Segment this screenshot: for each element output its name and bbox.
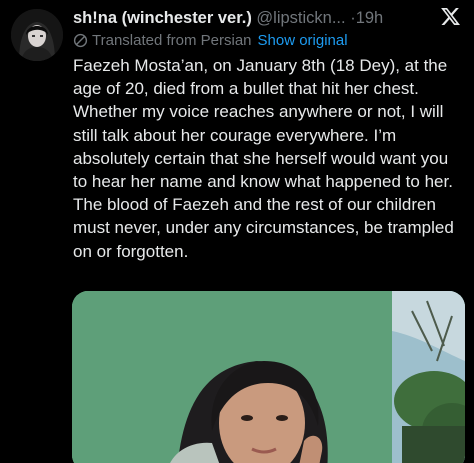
tweet-paragraph: Faezeh Mosta’an, on January 8th (18 Dey)… xyxy=(73,56,453,192)
tweet-text: Faezeh Mosta’an, on January 8th (18 Dey)… xyxy=(73,54,465,263)
translation-notice: Translated from Persian Show original xyxy=(73,31,348,51)
avatar[interactable] xyxy=(11,9,63,61)
tweet-header: sh!na (winchester ver.) @lipstickn... ·1… xyxy=(73,7,430,29)
translated-label: Translated from Persian xyxy=(92,32,252,49)
user-handle[interactable]: @lipstickn... xyxy=(256,9,345,27)
x-logo-icon[interactable] xyxy=(440,6,461,27)
tweet: sh!na (winchester ver.) @lipstickn... ·1… xyxy=(0,0,474,463)
tweet-photo[interactable] xyxy=(72,291,465,463)
globe-icon xyxy=(73,33,88,54)
post-time[interactable]: 19h xyxy=(356,9,384,27)
display-name[interactable]: sh!na (winchester ver.) xyxy=(73,9,252,27)
show-original-link[interactable]: Show original xyxy=(258,32,348,49)
tweet-paragraph: The blood of Faezeh and the rest of our … xyxy=(73,195,454,261)
